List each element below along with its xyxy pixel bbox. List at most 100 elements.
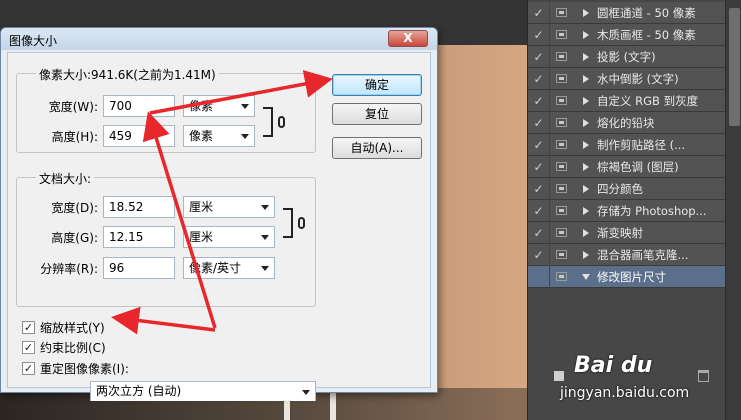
resample-label: 重定图像像素(I): [40,362,129,376]
watermark-brand: Bai du [574,353,653,378]
dialog-toggle-icon[interactable] [556,184,567,193]
dialog-toggle-icon[interactable] [556,8,567,17]
action-item[interactable]: ✓ 熔化的铅块 [528,111,725,134]
expand-right-icon[interactable] [583,206,589,215]
visibility-check-icon[interactable]: ✓ [528,243,550,266]
visibility-check-icon[interactable]: ✓ [528,221,550,244]
action-item[interactable]: ✓ 渐变映射 [528,221,725,244]
dialog-toggle-icon[interactable] [556,140,567,149]
action-item[interactable]: ✓ 自定义 RGB 到灰度 [528,89,725,112]
action-item[interactable]: ✓ 水中倒影 (文字) [528,67,725,90]
expand-right-icon[interactable] [583,140,589,149]
action-item[interactable]: ✓ 棕褐色调 (图层) [528,155,725,178]
dialog-toggle-icon[interactable] [556,74,567,83]
visibility-check-icon[interactable]: ✓ [528,67,550,90]
dialog-toggle-icon[interactable] [556,272,567,281]
action-item[interactable]: ✓ 存储为 Photoshop... [528,199,725,222]
expand-right-icon[interactable] [583,184,589,193]
visibility-check-icon[interactable]: ✓ [528,45,550,68]
visibility-check-icon[interactable] [528,265,550,288]
expand-right-icon[interactable] [583,52,589,61]
watermark-url: jingyan.baidu.com [560,385,690,401]
action-item-label: 圆框通道 - 50 像素 [597,5,696,20]
checkbox-box[interactable]: ✓ [22,341,35,354]
resolution-unit-select[interactable]: 像素/英寸 [183,257,275,279]
action-item[interactable]: ✓ 制作剪贴路径 (... [528,133,725,156]
chevron-down-icon [302,390,310,395]
pixel-height-unit-select[interactable]: 像素 [183,125,255,147]
expand-right-icon[interactable] [583,74,589,83]
visibility-check-icon[interactable]: ✓ [528,89,550,112]
pixel-width-unit-select[interactable]: 像素 [183,95,255,117]
dialog-toggle-icon[interactable] [556,96,567,105]
resolution-label: 分辨率(R): [40,262,98,276]
expand-right-icon[interactable] [583,118,589,127]
chevron-down-icon [261,205,269,210]
expand-right-icon[interactable] [583,162,589,171]
doc-width-label: 宽度(D): [51,201,98,215]
action-item-label: 棕褐色调 (图层) [597,159,679,174]
action-item-label: 修改图片尺寸 [597,269,666,284]
dialog-toggle-icon[interactable] [556,30,567,39]
doc-height-unit-select[interactable]: 厘米 [183,226,275,248]
visibility-check-icon[interactable]: ✓ [528,133,550,156]
pixel-height-input[interactable]: 459 [103,125,175,147]
visibility-check-icon[interactable]: ✓ [528,111,550,134]
dialog-toggle-icon[interactable] [556,52,567,61]
action-item[interactable]: ✓ 投影 (文字) [528,45,725,68]
dialog-toggle-icon[interactable] [556,118,567,127]
pixel-height-unit: 像素 [189,129,214,143]
resample-checkbox[interactable]: ✓ 重定图像像素(I): [22,360,129,377]
constrain-proportions-label: 约束比例(C) [40,341,106,355]
chevron-down-icon [241,134,249,139]
pixel-width-input[interactable]: 700 [103,95,175,117]
document-size-legend: 文档大小: [36,170,95,187]
dialog-title: 图像大小 [9,34,58,48]
doc-width-input[interactable]: 18.52 [103,196,175,218]
scale-styles-checkbox[interactable]: ✓ 缩放样式(Y) [22,319,105,336]
expand-right-icon[interactable] [583,228,589,237]
doc-width-unit-select[interactable]: 厘米 [183,196,275,218]
chevron-down-icon [261,235,269,240]
action-item-label: 木质画框 - 50 像素 [597,27,696,42]
action-item[interactable]: ✓ 四分颜色 [528,177,725,200]
expand-right-icon[interactable] [583,8,589,17]
close-button[interactable]: X [388,30,428,47]
expand-right-icon[interactable] [583,96,589,105]
chain-link-icon [278,116,285,128]
image-size-dialog: 图像大小 X 像素大小:941.6K(之前为1.41M) 宽度(W): 700 … [0,27,438,401]
dialog-titlebar[interactable]: 图像大小 X [1,28,437,50]
action-item[interactable]: ✓ 圆框通道 - 50 像素 [528,1,725,24]
constrain-proportions-checkbox[interactable]: ✓ 约束比例(C) [22,339,106,356]
visibility-check-icon[interactable]: ✓ [528,177,550,200]
action-item[interactable]: ✓ 木质画框 - 50 像素 [528,23,725,46]
resample-method-select[interactable]: 两次立方 (自动) [90,381,316,401]
dialog-toggle-icon[interactable] [556,228,567,237]
baidu-watermark: Bai du jingyan.baidu.com [560,345,741,420]
dialog-toggle-icon[interactable] [556,162,567,171]
visibility-check-icon[interactable]: ✓ [528,23,550,46]
dialog-body: 像素大小:941.6K(之前为1.41M) 宽度(W): 700 像素 高度(H… [7,52,431,401]
action-item[interactable]: 修改图片尺寸 [528,265,725,288]
dialog-toggle-icon[interactable] [556,250,567,259]
checkbox-box[interactable]: ✓ [22,362,35,375]
scrollbar-thumb[interactable] [729,8,740,126]
expand-right-icon[interactable] [583,250,589,259]
auto-button[interactable]: 自动(A)... [332,137,422,159]
action-item[interactable]: ✓ 混合器画笔克隆... [528,243,725,266]
chain-link-icon [298,217,305,229]
resolution-input[interactable]: 96 [103,257,175,279]
visibility-check-icon[interactable]: ✓ [528,155,550,178]
visibility-check-icon[interactable]: ✓ [528,1,550,24]
expand-right-icon[interactable] [583,30,589,39]
resample-method-value: 两次立方 (自动) [96,384,182,398]
action-item-label: 熔化的铅块 [597,115,655,130]
ok-button[interactable]: 确定 [332,74,422,96]
checkbox-box[interactable]: ✓ [22,321,35,334]
visibility-check-icon[interactable]: ✓ [528,199,550,222]
doc-height-input[interactable]: 12.15 [103,226,175,248]
expand-down-icon[interactable] [582,273,590,280]
reset-button[interactable]: 复位 [332,103,422,125]
doc-link-bracket [283,208,293,238]
dialog-toggle-icon[interactable] [556,206,567,215]
